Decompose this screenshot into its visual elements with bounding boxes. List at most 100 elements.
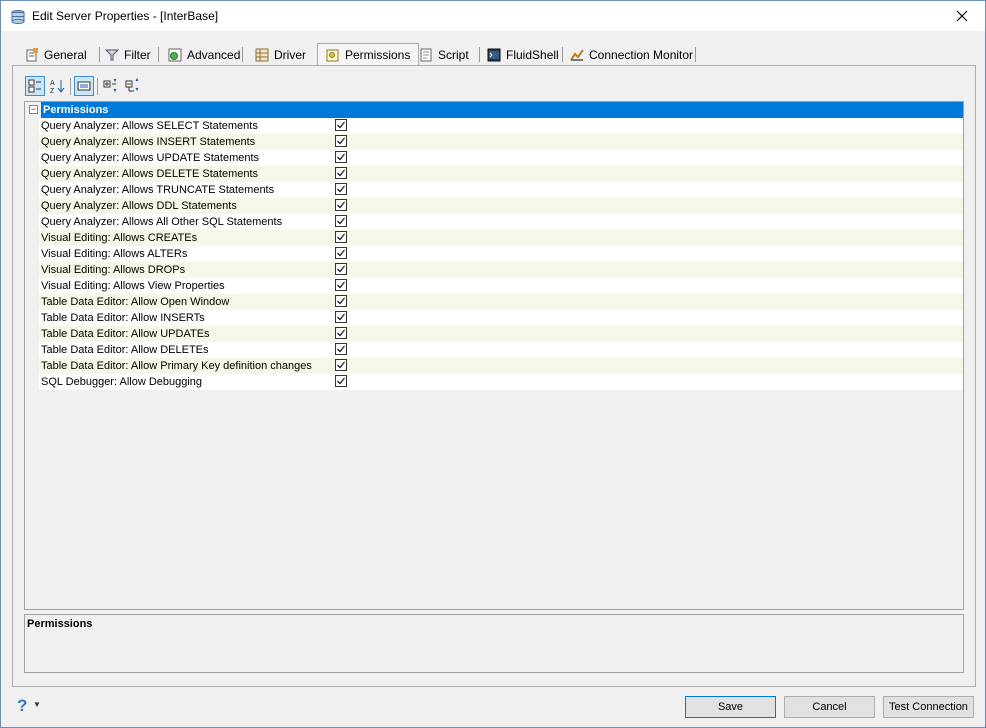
svg-text:A: A bbox=[50, 80, 55, 87]
property-label: Query Analyzer: Allows All Other SQL Sta… bbox=[41, 216, 283, 228]
permissions-icon bbox=[326, 48, 340, 62]
check-icon bbox=[337, 137, 346, 145]
alphabetical-button[interactable]: AZ bbox=[47, 76, 67, 96]
description-pane: Permissions bbox=[24, 614, 964, 673]
check-icon bbox=[337, 329, 346, 337]
permission-checkbox[interactable] bbox=[335, 151, 347, 163]
permission-checkbox[interactable] bbox=[335, 311, 347, 323]
expand-all-button[interactable] bbox=[101, 76, 121, 96]
check-icon bbox=[337, 217, 346, 225]
check-icon bbox=[337, 233, 346, 241]
category-row[interactable]: − Permissions bbox=[25, 102, 963, 118]
alphabetical-icon: AZ bbox=[50, 80, 65, 94]
permission-checkbox[interactable] bbox=[335, 263, 347, 275]
test-connection-button[interactable]: Test Connection bbox=[883, 696, 974, 718]
cancel-button[interactable]: Cancel bbox=[784, 696, 875, 718]
dialog-window: Edit Server Properties - [InterBase] Gen… bbox=[0, 0, 986, 728]
save-button[interactable]: Save bbox=[685, 696, 776, 718]
tab-script[interactable]: Script bbox=[419, 44, 469, 65]
tab-label: Filter bbox=[124, 47, 151, 62]
tab-label: Advanced bbox=[187, 47, 241, 62]
property-row[interactable]: Table Data Editor: Allow DELETEs bbox=[39, 342, 963, 358]
permission-checkbox[interactable] bbox=[335, 375, 347, 387]
property-row[interactable]: Query Analyzer: Allows DDL Statements bbox=[39, 198, 963, 214]
connection-monitor-icon bbox=[570, 48, 584, 62]
permission-checkbox[interactable] bbox=[335, 295, 347, 307]
check-icon bbox=[337, 249, 346, 257]
property-row[interactable]: Query Analyzer: Allows UPDATE Statements bbox=[39, 150, 963, 166]
property-label: Visual Editing: Allows CREATEs bbox=[41, 232, 198, 244]
property-row[interactable]: Visual Editing: Allows CREATEs bbox=[39, 230, 963, 246]
tab-label: General bbox=[44, 47, 87, 62]
chevron-down-icon[interactable]: ▼ bbox=[33, 700, 41, 709]
check-icon bbox=[337, 313, 346, 321]
svg-text:Z: Z bbox=[50, 88, 55, 94]
property-grid: − Permissions Query Analyzer: Allows SEL… bbox=[24, 101, 964, 610]
window-title: Edit Server Properties - [InterBase] bbox=[32, 9, 219, 23]
property-pages-icon bbox=[77, 81, 91, 91]
check-icon bbox=[337, 297, 346, 305]
categorized-button[interactable] bbox=[25, 76, 45, 96]
property-row[interactable]: Table Data Editor: Allow INSERTs bbox=[39, 310, 963, 326]
tab-label: Connection Monitor bbox=[589, 47, 694, 62]
property-label: Table Data Editor: Allow Primary Key def… bbox=[41, 360, 312, 372]
tab-label: Permissions bbox=[345, 48, 411, 62]
tab-general[interactable]: General bbox=[25, 44, 87, 65]
property-row[interactable]: Visual Editing: Allows ALTERs bbox=[39, 246, 963, 262]
property-row[interactable]: Query Analyzer: Allows DELETE Statements bbox=[39, 166, 963, 182]
property-row[interactable]: SQL Debugger: Allow Debugging bbox=[39, 374, 963, 390]
help-icon[interactable]: ? bbox=[17, 696, 27, 716]
property-label: Query Analyzer: Allows INSERT Statements bbox=[41, 136, 256, 148]
check-icon bbox=[337, 201, 346, 209]
permission-checkbox[interactable] bbox=[335, 279, 347, 291]
permission-checkbox[interactable] bbox=[335, 343, 347, 355]
collapse-all-button[interactable] bbox=[123, 76, 143, 96]
permission-checkbox[interactable] bbox=[335, 247, 347, 259]
property-row[interactable]: Visual Editing: Allows View Properties bbox=[39, 278, 963, 294]
property-row[interactable]: Query Analyzer: Allows INSERT Statements bbox=[39, 134, 963, 150]
property-label: Table Data Editor: Allow DELETEs bbox=[41, 344, 209, 356]
property-label: Visual Editing: Allows View Properties bbox=[41, 280, 225, 292]
close-button[interactable] bbox=[939, 1, 985, 31]
tab-fluidshell[interactable]: FluidShell bbox=[487, 44, 559, 65]
property-label: Query Analyzer: Allows TRUNCATE Statemen… bbox=[41, 184, 275, 196]
property-row[interactable]: Table Data Editor: Allow Open Window bbox=[39, 294, 963, 310]
check-icon bbox=[337, 281, 346, 289]
property-row[interactable]: Query Analyzer: Allows All Other SQL Sta… bbox=[39, 214, 963, 230]
permission-checkbox[interactable] bbox=[335, 167, 347, 179]
permission-checkbox[interactable] bbox=[335, 359, 347, 371]
tab-connection-monitor[interactable]: Connection Monitor bbox=[570, 44, 693, 65]
property-row[interactable]: Visual Editing: Allows DROPs bbox=[39, 262, 963, 278]
property-row[interactable]: Table Data Editor: Allow Primary Key def… bbox=[39, 358, 963, 374]
permission-checkbox[interactable] bbox=[335, 199, 347, 211]
property-pages-button[interactable] bbox=[74, 76, 94, 96]
check-icon bbox=[337, 121, 346, 129]
permission-checkbox[interactable] bbox=[335, 231, 347, 243]
tab-permissions[interactable]: Permissions bbox=[317, 43, 420, 66]
tab-filter[interactable]: Filter bbox=[104, 44, 151, 65]
check-icon bbox=[337, 377, 346, 385]
permission-checkbox[interactable] bbox=[335, 327, 347, 339]
filter-icon bbox=[104, 48, 120, 62]
permission-checkbox[interactable] bbox=[335, 183, 347, 195]
property-label: Query Analyzer: Allows DDL Statements bbox=[41, 200, 237, 212]
database-server-icon bbox=[10, 9, 26, 25]
property-label: Table Data Editor: Allow Open Window bbox=[41, 296, 230, 308]
description-title: Permissions bbox=[27, 618, 93, 630]
property-row[interactable]: Table Data Editor: Allow UPDATEs bbox=[39, 326, 963, 342]
tab-advanced[interactable]: Advanced bbox=[168, 44, 240, 65]
property-row[interactable]: Query Analyzer: Allows TRUNCATE Statemen… bbox=[39, 182, 963, 198]
property-row[interactable]: Query Analyzer: Allows SELECT Statements bbox=[39, 118, 963, 134]
tab-label: Driver bbox=[274, 47, 306, 62]
tab-label: FluidShell bbox=[506, 47, 559, 62]
tab-driver[interactable]: Driver bbox=[255, 44, 306, 65]
permission-checkbox[interactable] bbox=[335, 135, 347, 147]
permission-checkbox[interactable] bbox=[335, 215, 347, 227]
check-icon bbox=[337, 265, 346, 273]
collapse-all-icon bbox=[125, 78, 139, 92]
driver-icon bbox=[255, 48, 269, 62]
close-icon bbox=[956, 10, 968, 22]
collapse-toggle-icon[interactable]: − bbox=[29, 105, 38, 114]
permission-checkbox[interactable] bbox=[335, 119, 347, 131]
property-rows: Query Analyzer: Allows SELECT Statements… bbox=[39, 118, 963, 390]
